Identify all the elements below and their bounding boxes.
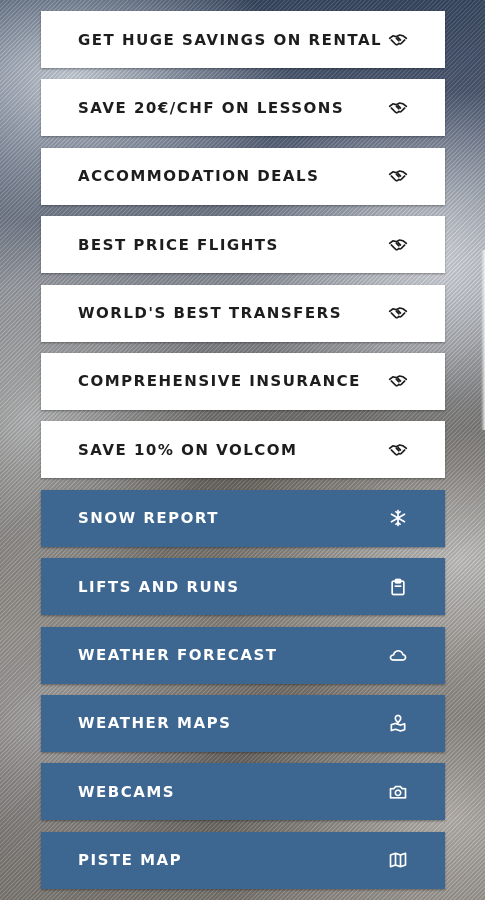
weather-maps-label: WEATHER MAPS — [78, 714, 232, 733]
deal-flights-label: BEST PRICE FLIGHTS — [78, 235, 279, 254]
cloud-icon — [387, 644, 409, 666]
deal-insurance-button[interactable]: COMPREHENSIVE INSURANCE — [41, 352, 445, 410]
deal-rental-button[interactable]: GET HUGE SAVINGS ON RENTAL — [41, 11, 445, 68]
weather-forecast-label: WEATHER FORECAST — [78, 646, 278, 665]
handshake-icon — [387, 302, 409, 324]
lifts-and-runs-label: LIFTS AND RUNS — [78, 577, 240, 596]
handshake-icon — [387, 97, 409, 119]
deal-insurance-label: COMPREHENSIVE INSURANCE — [78, 372, 361, 391]
lifts-and-runs-button[interactable]: LIFTS AND RUNS — [41, 558, 445, 616]
handshake-icon — [387, 439, 409, 461]
scroll-indicator[interactable] — [481, 250, 485, 430]
piste-map-button[interactable]: PISTE MAP — [41, 831, 445, 889]
deal-accommodation-label: ACCOMMODATION DEALS — [78, 167, 320, 186]
webcams-label: WEBCAMS — [78, 782, 176, 801]
camera-icon — [387, 781, 409, 803]
weather-forecast-button[interactable]: WEATHER FORECAST — [41, 626, 445, 684]
snow-report-button[interactable]: SNOW REPORT — [41, 489, 445, 547]
handshake-icon — [387, 234, 409, 256]
menu-list: GET HUGE SAVINGS ON RENTAL SAVE 20€/CHF … — [41, 11, 445, 900]
deal-rental-label: GET HUGE SAVINGS ON RENTAL — [78, 30, 383, 49]
deal-volcom-label: SAVE 10% ON VOLCOM — [78, 440, 298, 459]
handshake-icon — [387, 165, 409, 187]
snowflake-icon — [387, 507, 409, 529]
deal-flights-button[interactable]: BEST PRICE FLIGHTS — [41, 216, 445, 274]
clipboard-icon — [387, 576, 409, 598]
deal-accommodation-button[interactable]: ACCOMMODATION DEALS — [41, 147, 445, 205]
webcams-button[interactable]: WEBCAMS — [41, 763, 445, 821]
deal-transfers-label: WORLD'S BEST TRANSFERS — [78, 304, 343, 323]
snow-report-label: SNOW REPORT — [78, 509, 220, 528]
piste-map-label: PISTE MAP — [78, 851, 183, 870]
map-pin-icon — [387, 712, 409, 734]
handshake-icon — [387, 29, 409, 51]
app-screen: { "deals": [ {"label": "GET HUGE SAVINGS… — [0, 0, 485, 900]
weather-maps-button[interactable]: WEATHER MAPS — [41, 694, 445, 752]
deal-lessons-button[interactable]: SAVE 20€/CHF ON LESSONS — [41, 79, 445, 137]
deal-transfers-button[interactable]: WORLD'S BEST TRANSFERS — [41, 284, 445, 342]
handshake-icon — [387, 370, 409, 392]
folded-map-icon — [387, 849, 409, 871]
deal-volcom-button[interactable]: SAVE 10% ON VOLCOM — [41, 421, 445, 479]
deal-lessons-label: SAVE 20€/CHF ON LESSONS — [78, 98, 345, 117]
